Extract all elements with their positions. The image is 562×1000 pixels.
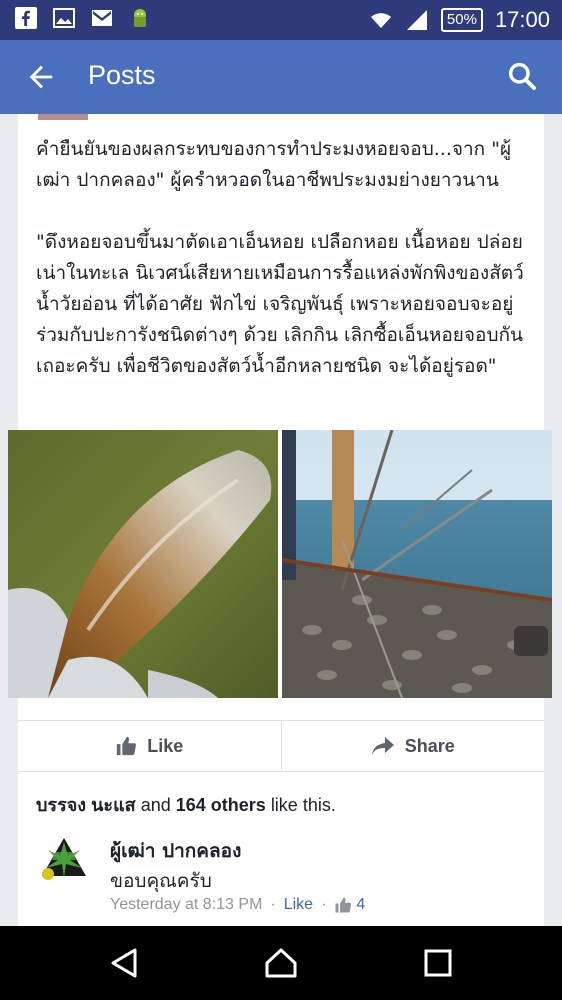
post-photo-boat-catch[interactable] [282, 430, 552, 698]
likes-and: and [140, 795, 171, 815]
author-avatar[interactable] [38, 114, 88, 120]
comment-text: ขอบคุณครับ [110, 870, 212, 892]
comment-like-count[interactable]: 4 [334, 896, 365, 914]
liker-name[interactable]: บรรจง นะแส [36, 795, 136, 815]
nav-home-icon[interactable] [264, 946, 298, 980]
comment-author[interactable]: ผู้เฒ่า ปากคลอง [110, 836, 241, 866]
meta-separator-2: · [321, 896, 327, 913]
like-button[interactable]: Like [18, 721, 281, 771]
status-bar: 50% 17:00 [0, 0, 562, 40]
comment-meta: Yesterday at 8:13 PM · Like · 4 [110, 896, 365, 914]
comment-like-link[interactable]: Like [284, 896, 313, 914]
meta-separator: · [270, 896, 276, 913]
likes-others[interactable]: 164 others [176, 795, 266, 815]
post-text: คำยืนยันของผลกระทบของการทำประมงหอยจอบ...… [36, 138, 524, 377]
post-photo-clam[interactable] [8, 430, 278, 698]
likes-summary[interactable]: บรรจง นะแส and 164 others like this. [36, 790, 336, 819]
battery-indicator: 50% [440, 8, 483, 32]
signal-icon [406, 10, 427, 30]
nav-recents-icon[interactable] [421, 946, 455, 980]
post-card: คำยืนยันของผลกระทบของการทำประมงหอยจอบ...… [8, 114, 552, 926]
app-bar: Posts [0, 40, 562, 114]
wifi-icon [370, 13, 391, 28]
like-count: 4 [356, 896, 366, 913]
thumbs-up-icon [335, 897, 352, 913]
search-icon[interactable] [506, 60, 538, 92]
boat-catch-photo [282, 430, 552, 698]
share-label: Share [404, 735, 455, 756]
back-arrow-icon[interactable] [24, 60, 58, 94]
system-nav-bar [0, 926, 562, 1000]
gmail-notification-icon [92, 10, 112, 26]
thumbs-up-icon [117, 736, 137, 756]
share-arrow-icon [371, 737, 394, 755]
likes-suffix: like this. [270, 795, 336, 815]
commenter-avatar[interactable] [36, 830, 92, 886]
share-button[interactable]: Share [280, 721, 545, 771]
page-title: Posts [88, 60, 156, 90]
like-label: Like [147, 735, 184, 756]
nav-back-icon[interactable] [107, 946, 141, 980]
post-actions: Like Share [18, 720, 544, 772]
facebook-notification-icon [15, 7, 37, 29]
clock: 17:00 [494, 7, 550, 32]
android-notification-icon [134, 9, 146, 27]
comment-time[interactable]: Yesterday at 8:13 PM [110, 896, 262, 914]
gallery-notification-icon [53, 8, 75, 28]
clam-shell-photo [8, 430, 278, 698]
